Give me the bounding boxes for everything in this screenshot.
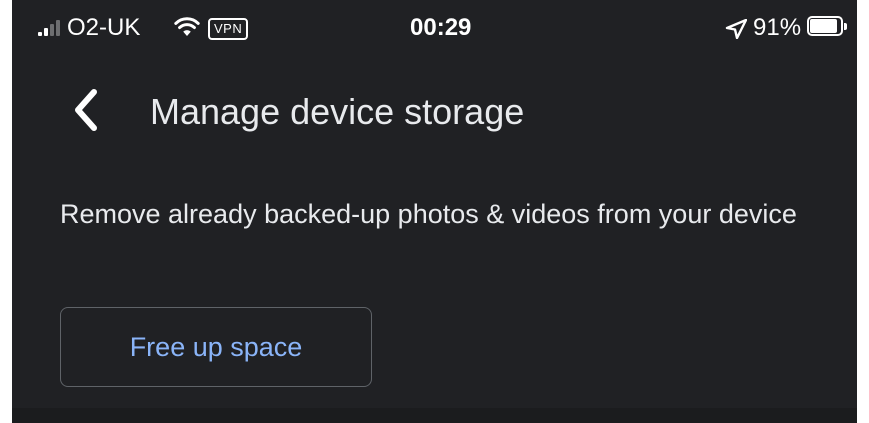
- bottom-divider: [12, 408, 857, 423]
- battery-percentage: 91%: [753, 14, 802, 41]
- status-bar: O2-UK VPN 00:29 91%: [12, 0, 857, 56]
- wifi-icon: [174, 17, 200, 36]
- device-frame: O2-UK VPN 00:29 91% Manage device storag…: [0, 0, 869, 423]
- page-title: Manage device storage: [150, 91, 525, 132]
- back-button[interactable]: [62, 84, 110, 136]
- chevron-left-icon: [75, 89, 97, 131]
- signal-bar: [50, 24, 54, 36]
- signal-bar: [38, 32, 42, 36]
- battery-level-fill: [810, 19, 837, 33]
- phone-screen: O2-UK VPN 00:29 91% Manage device storag…: [12, 0, 857, 423]
- cellular-signal-icon: [38, 20, 62, 36]
- free-up-space-button[interactable]: Free up space: [60, 307, 372, 387]
- storage-description: Remove already backed-up photos & videos…: [60, 199, 797, 229]
- signal-bar: [56, 20, 60, 36]
- location-arrow-icon: [725, 19, 747, 39]
- status-time: 00:29: [410, 14, 472, 41]
- signal-bar: [44, 28, 48, 36]
- carrier-name: O2-UK: [67, 14, 141, 41]
- vpn-badge: VPN: [208, 18, 249, 40]
- battery-icon: [807, 16, 849, 38]
- app-bar: Manage device storage: [12, 70, 857, 150]
- battery-nub: [844, 23, 847, 30]
